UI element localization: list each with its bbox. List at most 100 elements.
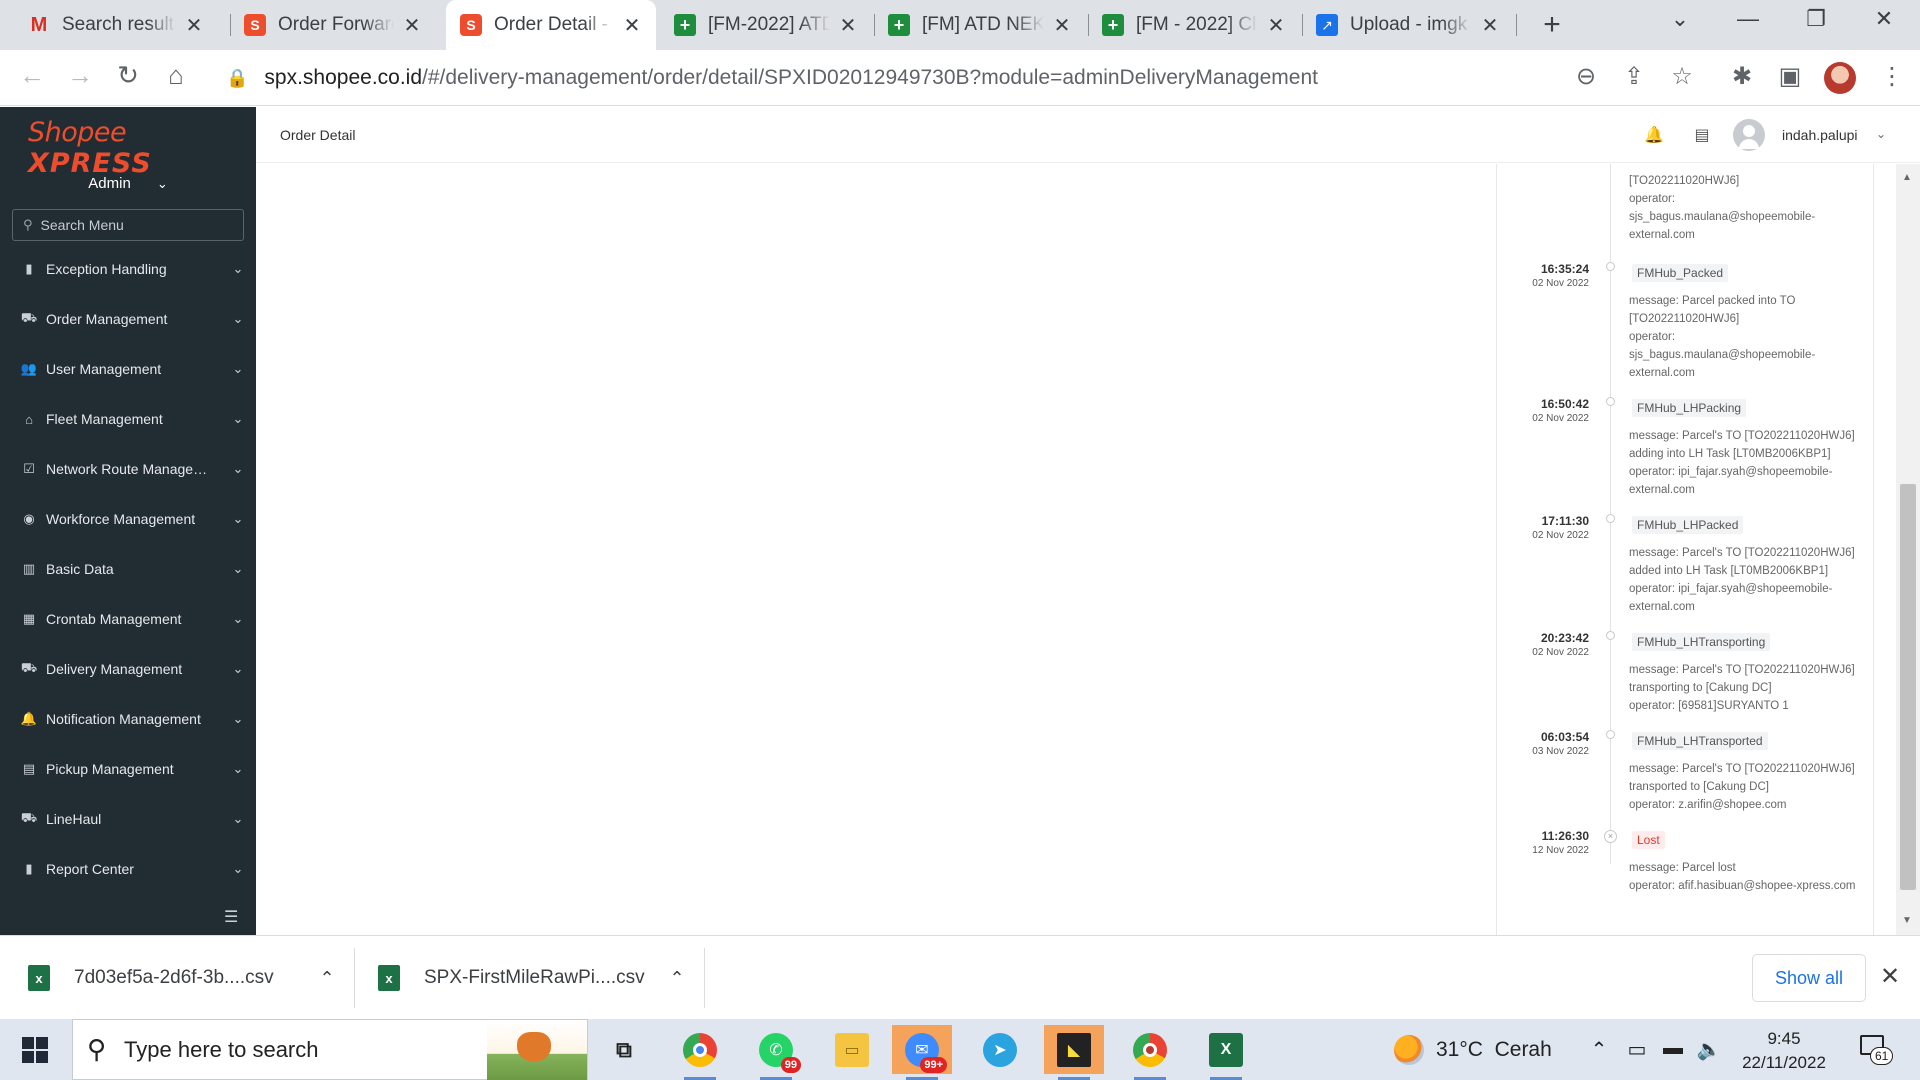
tab-gmail[interactable]: M Search results - ✕ [14,0,218,50]
sidebar-item-crontab-management[interactable]: ▦ Crontab Management ⌄ [0,599,256,639]
shopee-xpress-logo[interactable]: Shopee XPRESS [28,117,256,179]
chrome-menu-icon[interactable]: ⋮ [1876,62,1908,91]
close-tab-icon[interactable]: ✕ [838,13,858,38]
sidebar-item-network-route-management[interactable]: ☑ Network Route Managem... ⌄ [0,449,256,489]
extensions-icon[interactable]: ✱ [1726,62,1758,91]
chevron-down-icon: ⌄ [232,761,244,776]
file-explorer-icon[interactable]: ▭ [822,1025,882,1074]
sidebar-item-pickup-management[interactable]: ▤ Pickup Management ⌄ [0,749,256,789]
bell-icon[interactable]: 🔔 [1644,125,1664,145]
download-item[interactable]: x SPX-FirstMileRawPi....csv ⌃ [378,936,692,1020]
volume-icon[interactable]: 🔈 [1696,1037,1722,1062]
close-tab-icon[interactable]: ✕ [1266,13,1286,38]
sidebar-item-order-management[interactable]: ⛟ Order Management ⌄ [0,299,256,339]
tab-fm-2022-atd[interactable]: + [FM-2022] ATD ✕ [660,0,872,50]
download-item[interactable]: x 7d03ef5a-2d6f-3b....csv ⌃ [28,936,342,1020]
chrome-taskbar-icon[interactable] [670,1025,730,1080]
chevron-down-icon: ⌄ [232,561,244,576]
weather-widget[interactable]: 31°C Cerah [1394,1035,1552,1065]
side-panel-icon[interactable]: ▣ [1774,62,1806,91]
role-selector[interactable]: Admin ⌄ [0,175,256,192]
close-downloads-icon[interactable]: ✕ [1880,962,1900,991]
task-view-icon[interactable]: ⧉ [594,1025,654,1074]
bookmark-star-icon[interactable]: ☆ [1666,62,1698,91]
tab-order-detail[interactable]: S Order Detail - S ✕ [446,0,656,50]
username[interactable]: indah.palupi [1782,127,1858,143]
scroll-down-icon[interactable]: ▼ [1902,915,1912,926]
sidebar-item-notification-management[interactable]: 🔔 Notification Management ⌄ [0,699,256,739]
reload-icon[interactable]: ↻ [110,60,146,91]
forward-icon[interactable]: → [62,60,98,91]
tab-fm-2022-cla[interactable]: + [FM - 2022] Cla ✕ [1088,0,1300,50]
whatsapp-taskbar-icon[interactable]: ✆ 99 [746,1025,806,1080]
chevron-up-icon[interactable]: ⌃ [312,968,342,989]
close-tab-icon[interactable]: ✕ [1480,13,1500,38]
collapse-sidebar-icon[interactable]: ☰ [224,907,238,927]
minimize-icon[interactable]: — [1728,6,1768,32]
search-icon: ⚲ [87,1034,107,1064]
tray-chevron-up-icon[interactable]: ⌃ [1586,1037,1612,1062]
system-clock[interactable]: 9:45 22/11/2022 [1734,1027,1834,1075]
chevron-down-icon: ⌄ [232,511,244,526]
chevron-up-icon[interactable]: ⌃ [662,968,692,989]
close-tab-icon[interactable]: ✕ [622,13,642,38]
tab-fm-atd-nek[interactable]: + [FM] ATD NEK ✕ [874,0,1086,50]
sidebar-item-workforce-management[interactable]: ◉ Workforce Management ⌄ [0,499,256,539]
zoom-icon[interactable]: ⊖ [1570,62,1602,91]
avatar[interactable] [1733,119,1765,151]
network-icon[interactable]: ▭ [1624,1037,1650,1062]
show-all-downloads-button[interactable]: Show all [1752,954,1866,1002]
home-icon[interactable]: ⌂ [158,60,194,91]
chevron-down-icon: ⌄ [232,461,244,476]
restore-icon[interactable]: ❐ [1796,6,1836,32]
timeline-dot [1606,730,1615,739]
new-tab-icon[interactable]: + [1535,8,1569,42]
sidebar-item-report-center[interactable]: ▮ Report Center ⌄ [0,849,256,889]
sidebar-item-basic-data[interactable]: ▥ Basic Data ⌄ [0,549,256,589]
messenger-taskbar-icon[interactable]: ✉ 99+ [892,1025,952,1080]
sidebar-item-user-management[interactable]: 👥 User Management ⌄ [0,349,256,389]
browser-tabstrip: M Search results - ✕ S Order Forward ✕ S… [0,0,1920,50]
chevron-down-icon: ⌄ [232,261,244,276]
checkbox-icon: ☑ [23,461,35,476]
back-icon[interactable]: ← [14,60,50,91]
sidebar-item-delivery-management[interactable]: ⛟ Delivery Management ⌄ [0,649,256,689]
scroll-up-icon[interactable]: ▲ [1902,172,1912,183]
status-badge: FMHub_Packed [1632,264,1729,282]
scrollbar-thumb[interactable] [1900,484,1916,890]
tab-search-chevron-icon[interactable]: ⌄ [1660,6,1700,32]
chevron-down-icon: ⌄ [232,611,244,626]
url-path: /#/delivery-management/order/detail/SPXI… [422,66,1318,89]
timeline-dot [1606,262,1615,271]
page-scrollbar[interactable]: ▲ ▼ [1896,164,1920,935]
clipboard-icon[interactable]: ▤ [1692,125,1712,145]
tab-order-forward[interactable]: S Order Forward ✕ [230,0,436,50]
windows-start-icon[interactable] [22,1037,48,1063]
users-icon: 👥 [20,361,38,376]
share-icon[interactable]: ⇪ [1618,62,1650,91]
taskbar-search-input[interactable]: ⚲ Type here to search [72,1019,588,1080]
chrome-profile-taskbar-icon[interactable] [1120,1025,1180,1080]
close-tab-icon[interactable]: ✕ [402,13,422,38]
profile-avatar[interactable] [1824,62,1856,94]
shopee-icon: S [460,14,482,36]
close-tab-icon[interactable]: ✕ [1052,13,1072,38]
notification-center-icon[interactable]: 61 [1856,1033,1894,1067]
whatsapp-badge: 99 [780,1056,801,1073]
chevron-down-icon: ⌄ [232,661,244,676]
sidebar-item-linehaul[interactable]: ⛟ LineHaul ⌄ [0,799,256,839]
close-window-icon[interactable]: ✕ [1864,6,1904,32]
clipboard-alert-icon: ▮ [25,261,33,276]
tab-upload-imgkit[interactable]: ↗ Upload - imgk ✕ [1302,0,1514,50]
url-field[interactable]: 🔒 spx.shopee.co.id/#/delivery-management… [210,56,1680,100]
telegram-taskbar-icon[interactable]: ➤ [970,1025,1030,1074]
sidebar-item-fleet-management[interactable]: ⌂ Fleet Management ⌄ [0,399,256,439]
excel-taskbar-icon[interactable]: X [1196,1025,1256,1080]
chevron-down-icon[interactable]: ⌄ [1876,127,1886,141]
downloads-bar: x 7d03ef5a-2d6f-3b....csv ⌃ x SPX-FirstM… [0,935,1920,1019]
close-tab-icon[interactable]: ✕ [184,13,204,38]
search-menu-input[interactable]: ⚲ Search Menu [12,209,244,241]
battery-icon[interactable]: ▬ [1660,1037,1686,1060]
sticky-notes-taskbar-icon[interactable]: ◣ [1044,1025,1104,1080]
sidebar-item-exception-handling[interactable]: ▮ Exception Handling ⌄ [0,249,256,289]
